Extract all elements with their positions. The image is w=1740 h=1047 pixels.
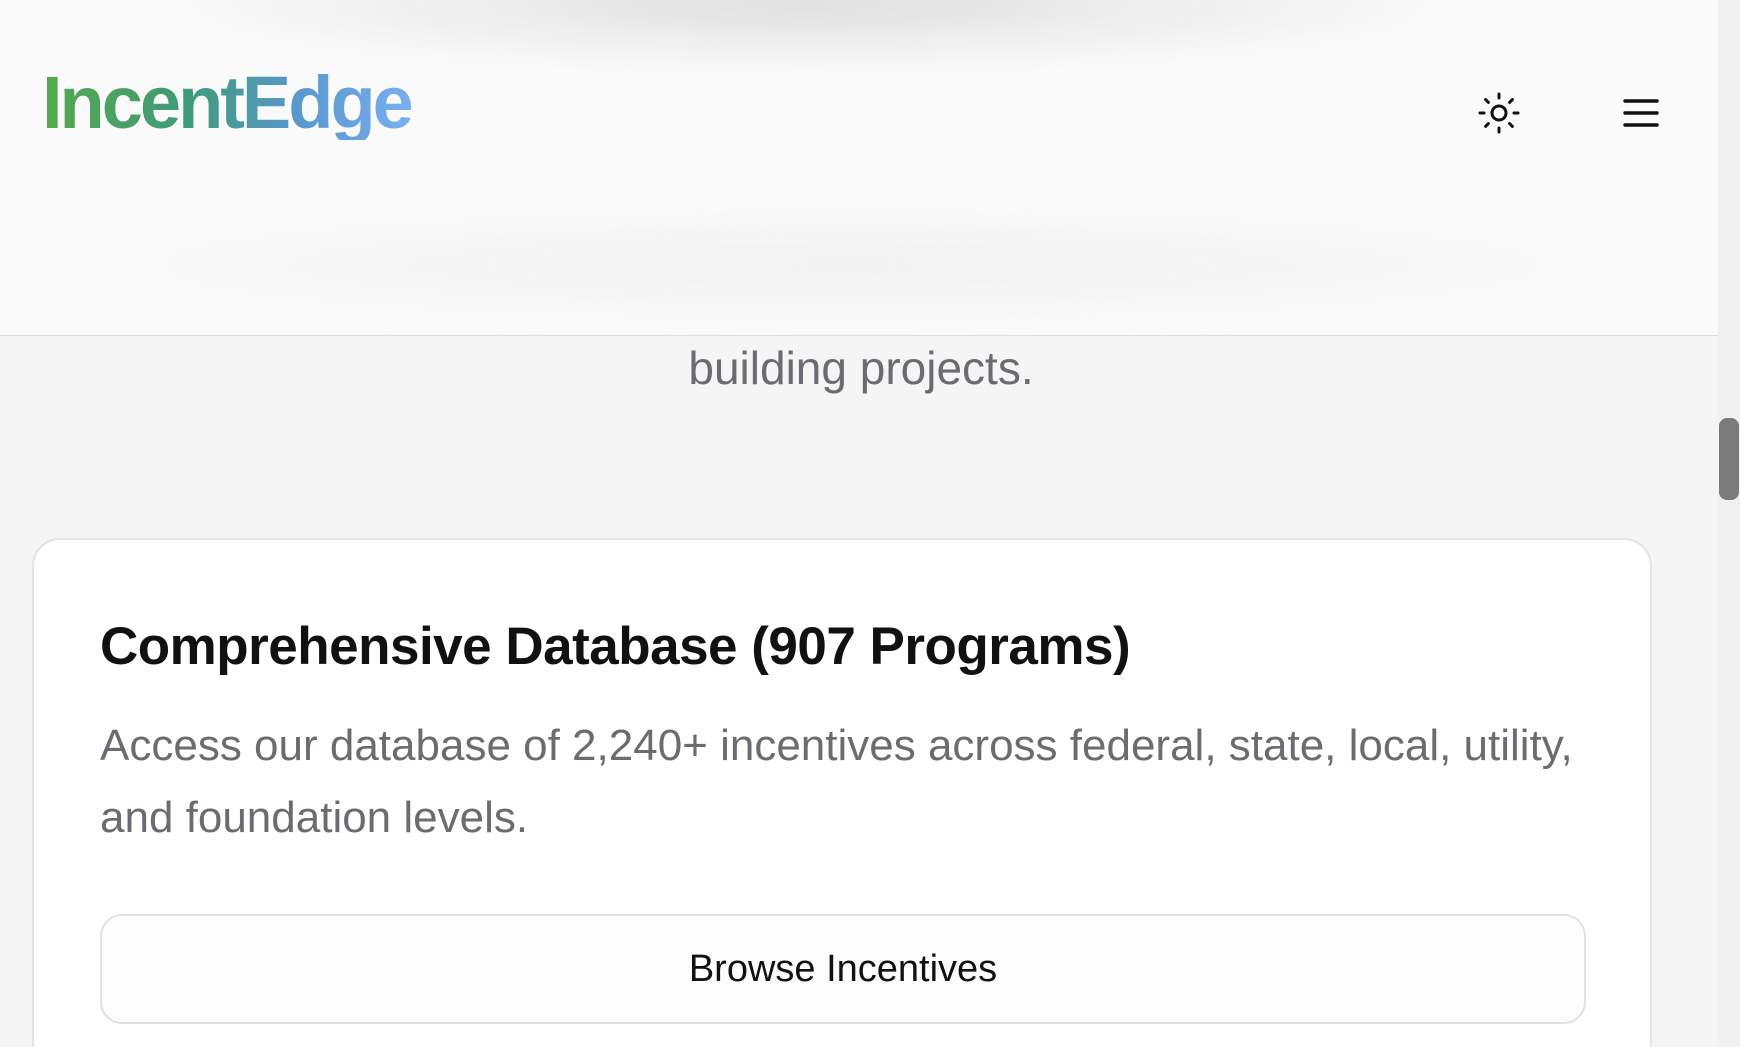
card-title: Comprehensive Database (907 Programs) — [100, 617, 1131, 676]
hamburger-menu-icon — [1622, 97, 1660, 134]
database-card: Comprehensive Database (907 Programs) Ac… — [32, 538, 1652, 1047]
site-header: IncentEdge — [0, 0, 1718, 336]
site-logo[interactable]: IncentEdge — [42, 66, 414, 140]
sun-icon — [1478, 92, 1520, 139]
header-backdrop-blur-lower — [40, 210, 1660, 320]
scrollbar-track[interactable] — [1718, 0, 1740, 1047]
header-backdrop-blur — [160, 0, 1460, 70]
card-description: Access our database of 2,240+ incentives… — [100, 721, 1573, 842]
page: IncentEdge building projects. Comprehens… — [0, 0, 1740, 1047]
theme-toggle-button[interactable] — [1476, 92, 1522, 138]
intro-text-tail: building projects. — [688, 342, 1034, 394]
browse-incentives-button[interactable]: Browse Incentives — [100, 914, 1586, 1024]
scrollbar-thumb[interactable] — [1719, 418, 1739, 500]
menu-button[interactable] — [1618, 92, 1664, 138]
